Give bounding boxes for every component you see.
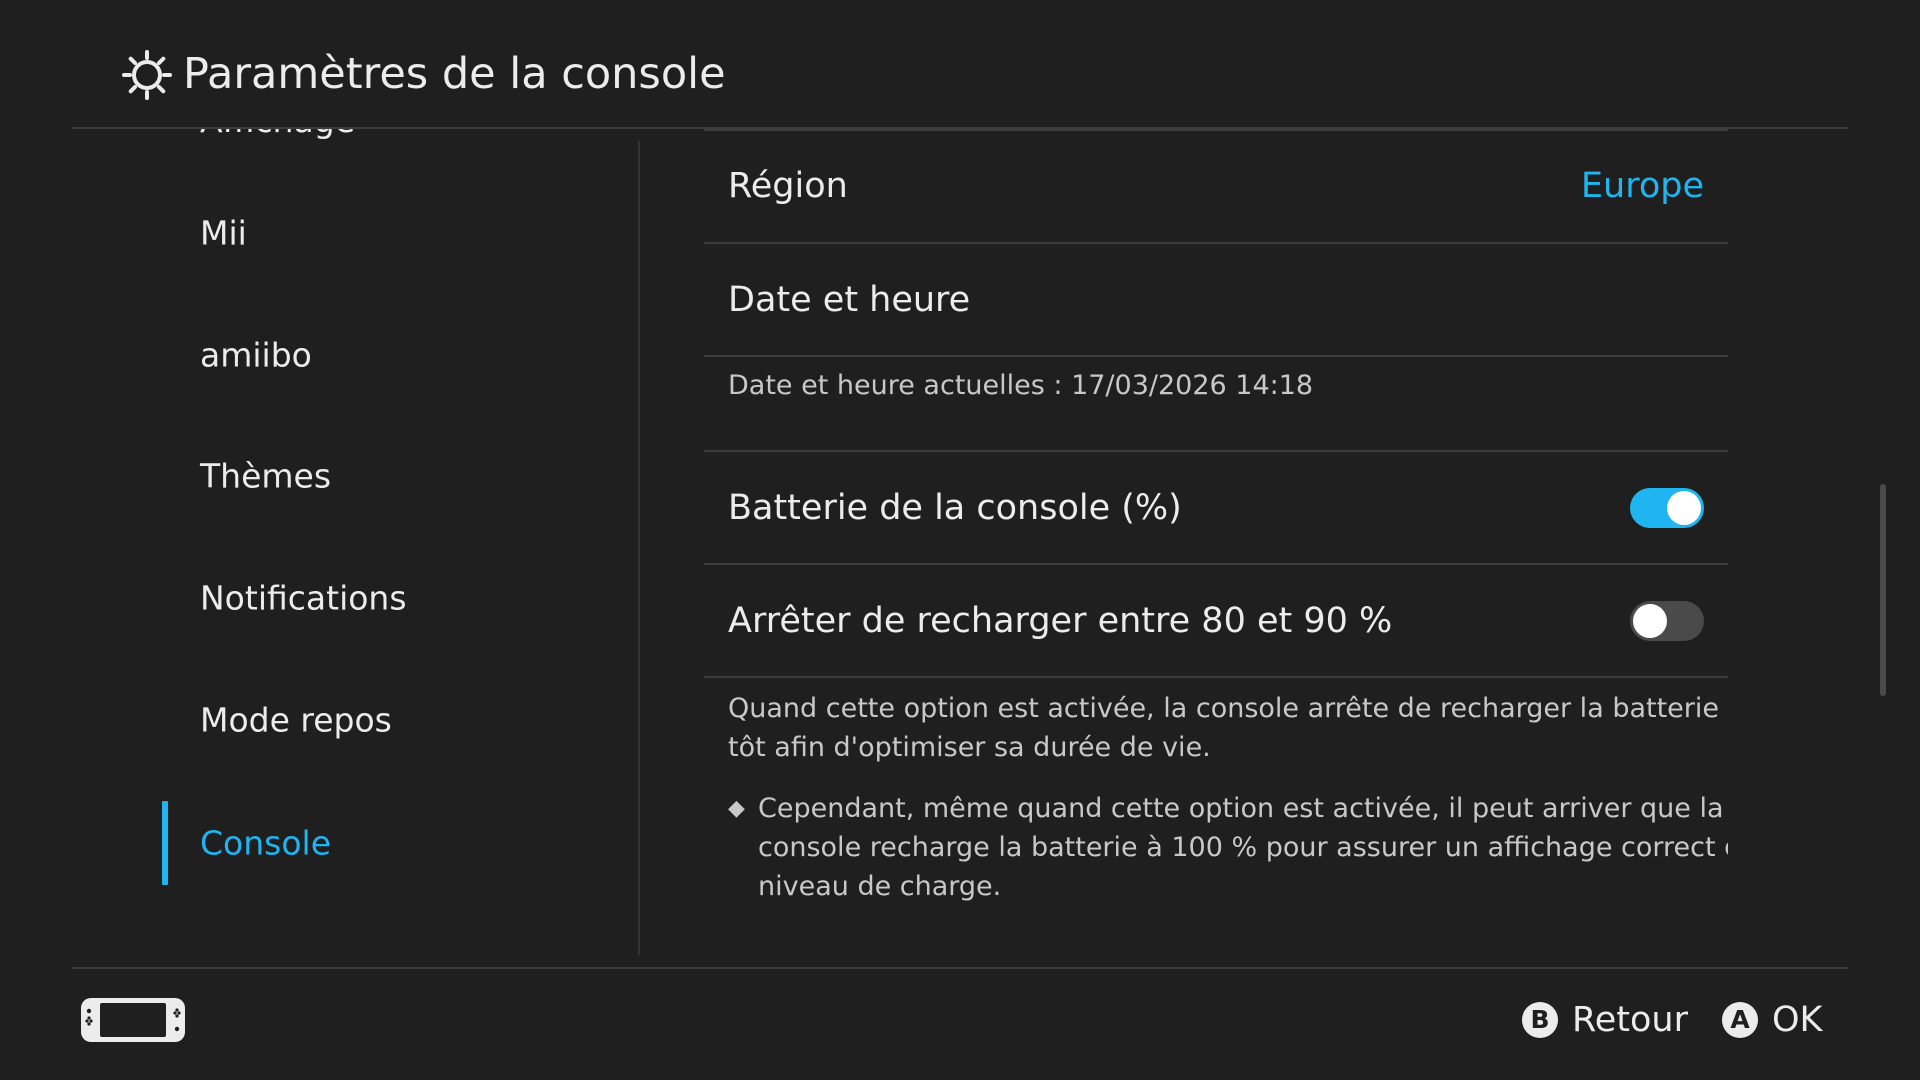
- datetime-row[interactable]: Date et heure: [704, 244, 1728, 355]
- note-line: Cependant, même quand cette option est a…: [758, 793, 1724, 824]
- divider: [704, 676, 1728, 678]
- ok-button[interactable]: A OK: [1722, 1000, 1823, 1040]
- ok-label: OK: [1772, 1000, 1823, 1040]
- region-label: Région: [728, 165, 848, 206]
- sidebar-item-mii[interactable]: Mii: [72, 183, 632, 283]
- active-item-marker: [162, 801, 168, 885]
- handheld-console-icon: [81, 998, 185, 1042]
- sidebar-divider: [638, 141, 640, 955]
- scrollbar[interactable]: [1880, 484, 1886, 696]
- toggle-knob: [1667, 490, 1701, 525]
- stop-charging-toggle[interactable]: [1630, 600, 1704, 641]
- sidebar-item-label: Mode repos: [200, 700, 392, 740]
- sidebar-item-clipped[interactable]: Affichage: [200, 129, 355, 140]
- current-datetime-text: Date et heure actuelles : 17/03/2026 14:…: [728, 370, 1314, 401]
- gear-icon: [122, 50, 172, 100]
- page-title: Paramètres de la console: [183, 49, 726, 99]
- battery-percent-toggle[interactable]: [1630, 487, 1704, 528]
- sidebar: Affichage Mii amiibo Thèmes Notification…: [72, 129, 640, 969]
- system-settings-screen: Paramètres de la console Affichage Mii a…: [0, 0, 1920, 1080]
- sidebar-item-sleep-mode[interactable]: Mode repos: [72, 670, 632, 770]
- back-label: Retour: [1572, 1000, 1688, 1040]
- stop-charging-row[interactable]: Arrêter de recharger entre 80 et 90 %: [704, 565, 1728, 676]
- back-button[interactable]: B Retour: [1522, 1000, 1688, 1040]
- sidebar-item-themes[interactable]: Thèmes: [72, 426, 632, 526]
- toggle-knob: [1633, 603, 1667, 638]
- battery-percent-row[interactable]: Batterie de la console (%): [704, 452, 1728, 563]
- description-line: Quand cette option est activée, la conso…: [728, 693, 1728, 724]
- settings-content: Région Europe Date et heure Date et heur…: [704, 129, 1728, 969]
- region-row[interactable]: Région Europe: [704, 129, 1728, 242]
- sidebar-item-notifications[interactable]: Notifications: [72, 548, 632, 648]
- sidebar-item-label: Thèmes: [200, 456, 332, 496]
- datetime-label: Date et heure: [728, 279, 971, 320]
- stop-charging-description: Quand cette option est activée, la conso…: [728, 689, 1728, 767]
- sidebar-item-label: Mii: [200, 213, 247, 253]
- sidebar-item-console[interactable]: Console: [72, 793, 632, 893]
- sidebar-item-amiibo[interactable]: amiibo: [72, 305, 632, 405]
- diamond-bullet-icon: ◆: [728, 796, 745, 821]
- note-line: console recharge la batterie à 100 % pou…: [758, 832, 1728, 863]
- battery-percent-label: Batterie de la console (%): [728, 487, 1182, 528]
- sidebar-item-label: amiibo: [200, 335, 312, 375]
- a-button-icon: A: [1722, 1002, 1758, 1038]
- stop-charging-note: ◆ Cependant, même quand cette option est…: [728, 789, 1728, 906]
- description-line: tôt afin d'optimiser sa durée de vie.: [728, 732, 1211, 763]
- sidebar-item-label: Notifications: [200, 578, 407, 618]
- stop-charging-label: Arrêter de recharger entre 80 et 90 %: [728, 600, 1393, 641]
- sidebar-item-label: Console: [200, 823, 332, 863]
- note-line: niveau de charge.: [758, 871, 1002, 902]
- header: Paramètres de la console: [0, 0, 1920, 129]
- region-value: Europe: [1580, 165, 1704, 206]
- b-button-icon: B: [1522, 1002, 1558, 1038]
- footer-divider: [72, 967, 1848, 969]
- divider: [704, 355, 1728, 357]
